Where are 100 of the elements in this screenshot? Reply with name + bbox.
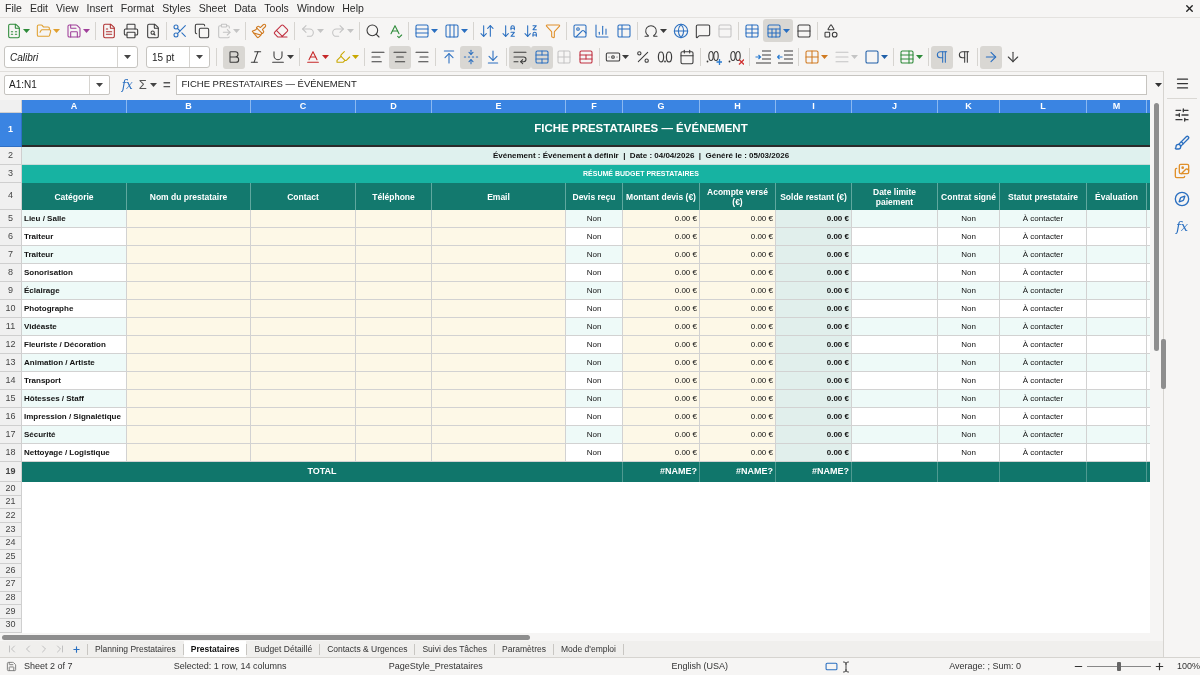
table-cell: Non xyxy=(938,336,1000,354)
font-size-combobox[interactable]: 15 pt xyxy=(146,46,210,68)
total-cell: #NAME? xyxy=(700,462,776,482)
menu-item[interactable]: Help xyxy=(338,1,368,16)
plus-icon[interactable] xyxy=(1153,661,1165,672)
row-header[interactable]: 16 xyxy=(0,408,22,426)
menu-item[interactable]: View xyxy=(52,1,83,16)
sheet-tab[interactable]: Planning Prestataires xyxy=(88,641,183,657)
scrollbar-thumb[interactable] xyxy=(2,634,530,640)
header-cell: Nom du prestataire xyxy=(127,183,251,210)
row-header[interactable]: 10 xyxy=(0,300,22,318)
sheet-tab[interactable]: Paramètres xyxy=(495,641,553,657)
align-center-button[interactable] xyxy=(389,45,411,69)
row-header[interactable]: 3 xyxy=(0,165,22,183)
left-to-right-button[interactable] xyxy=(931,45,953,69)
column-header[interactable]: M xyxy=(1087,100,1147,113)
row-header[interactable]: 23 xyxy=(0,523,22,537)
row-header[interactable]: 17 xyxy=(0,426,22,444)
caret-icon xyxy=(322,55,329,59)
rectangle-icon[interactable] xyxy=(825,660,839,673)
caret-icon xyxy=(83,28,90,33)
row-header[interactable]: 22 xyxy=(0,509,22,524)
column-header[interactable]: C xyxy=(251,100,356,113)
row-header[interactable]: 6 xyxy=(0,228,22,246)
column-header[interactable]: D xyxy=(356,100,432,113)
menu-item[interactable]: Format xyxy=(116,1,159,16)
function-wizard-button[interactable]: fx xyxy=(121,75,133,94)
compass-icon[interactable] xyxy=(1174,191,1190,207)
row-header[interactable]: 13 xyxy=(0,354,22,372)
column-header[interactable]: E xyxy=(432,100,566,113)
images-icon[interactable] xyxy=(1174,163,1190,179)
sidebar-handle[interactable] xyxy=(1161,339,1166,389)
center-vertically-button[interactable] xyxy=(460,45,482,69)
sheet-tab[interactable]: Suivi des Tâches xyxy=(415,641,495,657)
row-header[interactable]: 19 xyxy=(0,462,22,482)
menu-item[interactable]: Tools xyxy=(260,1,293,16)
merge-center-button[interactable] xyxy=(531,45,553,69)
zoom-slider-thumb[interactable] xyxy=(1117,662,1121,671)
row-header[interactable]: 20 xyxy=(0,482,22,496)
row-header[interactable]: 12 xyxy=(0,336,22,354)
menu-item[interactable]: Sheet xyxy=(194,1,231,16)
formula-button[interactable]: = xyxy=(162,74,171,95)
header-cell: Contrat signé xyxy=(938,183,1000,210)
table-cell: 0.00 € xyxy=(623,318,700,336)
caret-icon xyxy=(783,28,790,33)
name-box[interactable]: A1:N1 xyxy=(4,74,110,95)
column-header[interactable]: L xyxy=(1000,100,1087,113)
align-bottom-icon xyxy=(485,49,501,65)
close-icon[interactable] xyxy=(1184,3,1195,14)
menu-item[interactable]: Edit xyxy=(25,1,52,16)
sliders-icon[interactable] xyxy=(1174,107,1190,123)
sum-button[interactable]: Σ xyxy=(138,74,157,95)
row-header[interactable]: 29 xyxy=(0,605,22,619)
menu-item[interactable]: Styles xyxy=(158,1,195,16)
wrap-text-button[interactable] xyxy=(509,45,531,69)
column-header[interactable]: G xyxy=(623,100,700,113)
column-header[interactable]: F xyxy=(566,100,623,113)
zoom-percentage[interactable]: 100% xyxy=(1176,659,1200,674)
menu-item[interactable]: File xyxy=(1,1,26,16)
row-header[interactable]: 9 xyxy=(0,282,22,300)
row-header[interactable]: 1 xyxy=(0,113,22,147)
row-header[interactable]: 5 xyxy=(0,210,22,228)
font-name-combobox[interactable]: Calibri xyxy=(4,46,138,68)
column-header[interactable]: J xyxy=(852,100,938,113)
row-header[interactable]: 14 xyxy=(0,372,22,390)
row-header[interactable]: 4 xyxy=(0,183,22,210)
row-header[interactable]: 7 xyxy=(0,246,22,264)
menu-item[interactable]: Window xyxy=(292,1,339,16)
sheet-tab[interactable]: Mode d'emploi xyxy=(553,641,623,657)
functions-button[interactable]: fx xyxy=(1175,219,1189,235)
table-cell xyxy=(1087,282,1147,300)
column-header[interactable]: B xyxy=(127,100,251,113)
sheet-tab[interactable]: Budget Détaillé xyxy=(247,641,320,657)
table-cell: Impression / Signalétique xyxy=(22,408,127,426)
menu-item[interactable]: Data xyxy=(230,1,261,16)
bold-button[interactable] xyxy=(223,45,245,69)
sheet-tab[interactable]: Contacts & Urgences xyxy=(320,641,415,657)
row-header[interactable]: 15 xyxy=(0,390,22,408)
sheet-tab[interactable]: Prestataires xyxy=(183,641,247,657)
row-header[interactable]: 25 xyxy=(0,550,22,565)
menu-item[interactable]: Insert xyxy=(82,1,117,16)
row-header[interactable]: 18 xyxy=(0,444,22,462)
column-header[interactable]: K xyxy=(938,100,1000,113)
caret-icon xyxy=(622,55,629,59)
scrollbar-thumb[interactable] xyxy=(1154,103,1159,351)
column-header[interactable]: I xyxy=(776,100,852,113)
brush-icon[interactable] xyxy=(1174,135,1190,151)
row-header[interactable]: 8 xyxy=(0,264,22,282)
formula-input[interactable]: FICHE PRESTATAIRES — ÉVÉNEMENT xyxy=(176,74,1148,95)
freeze-button[interactable] xyxy=(763,19,793,42)
row-header[interactable]: 11 xyxy=(0,318,22,336)
text-direction-button[interactable] xyxy=(980,45,1002,69)
zoom-slider[interactable] xyxy=(1087,662,1151,671)
table-cell: Non xyxy=(566,228,623,246)
menu-icon[interactable] xyxy=(1174,76,1190,91)
column-header[interactable]: A xyxy=(22,100,127,113)
column-header[interactable]: H xyxy=(700,100,776,113)
row-header[interactable]: 2 xyxy=(0,147,22,165)
row-header[interactable]: 26 xyxy=(0,564,22,578)
table-cell: 0.00 € xyxy=(623,264,700,282)
